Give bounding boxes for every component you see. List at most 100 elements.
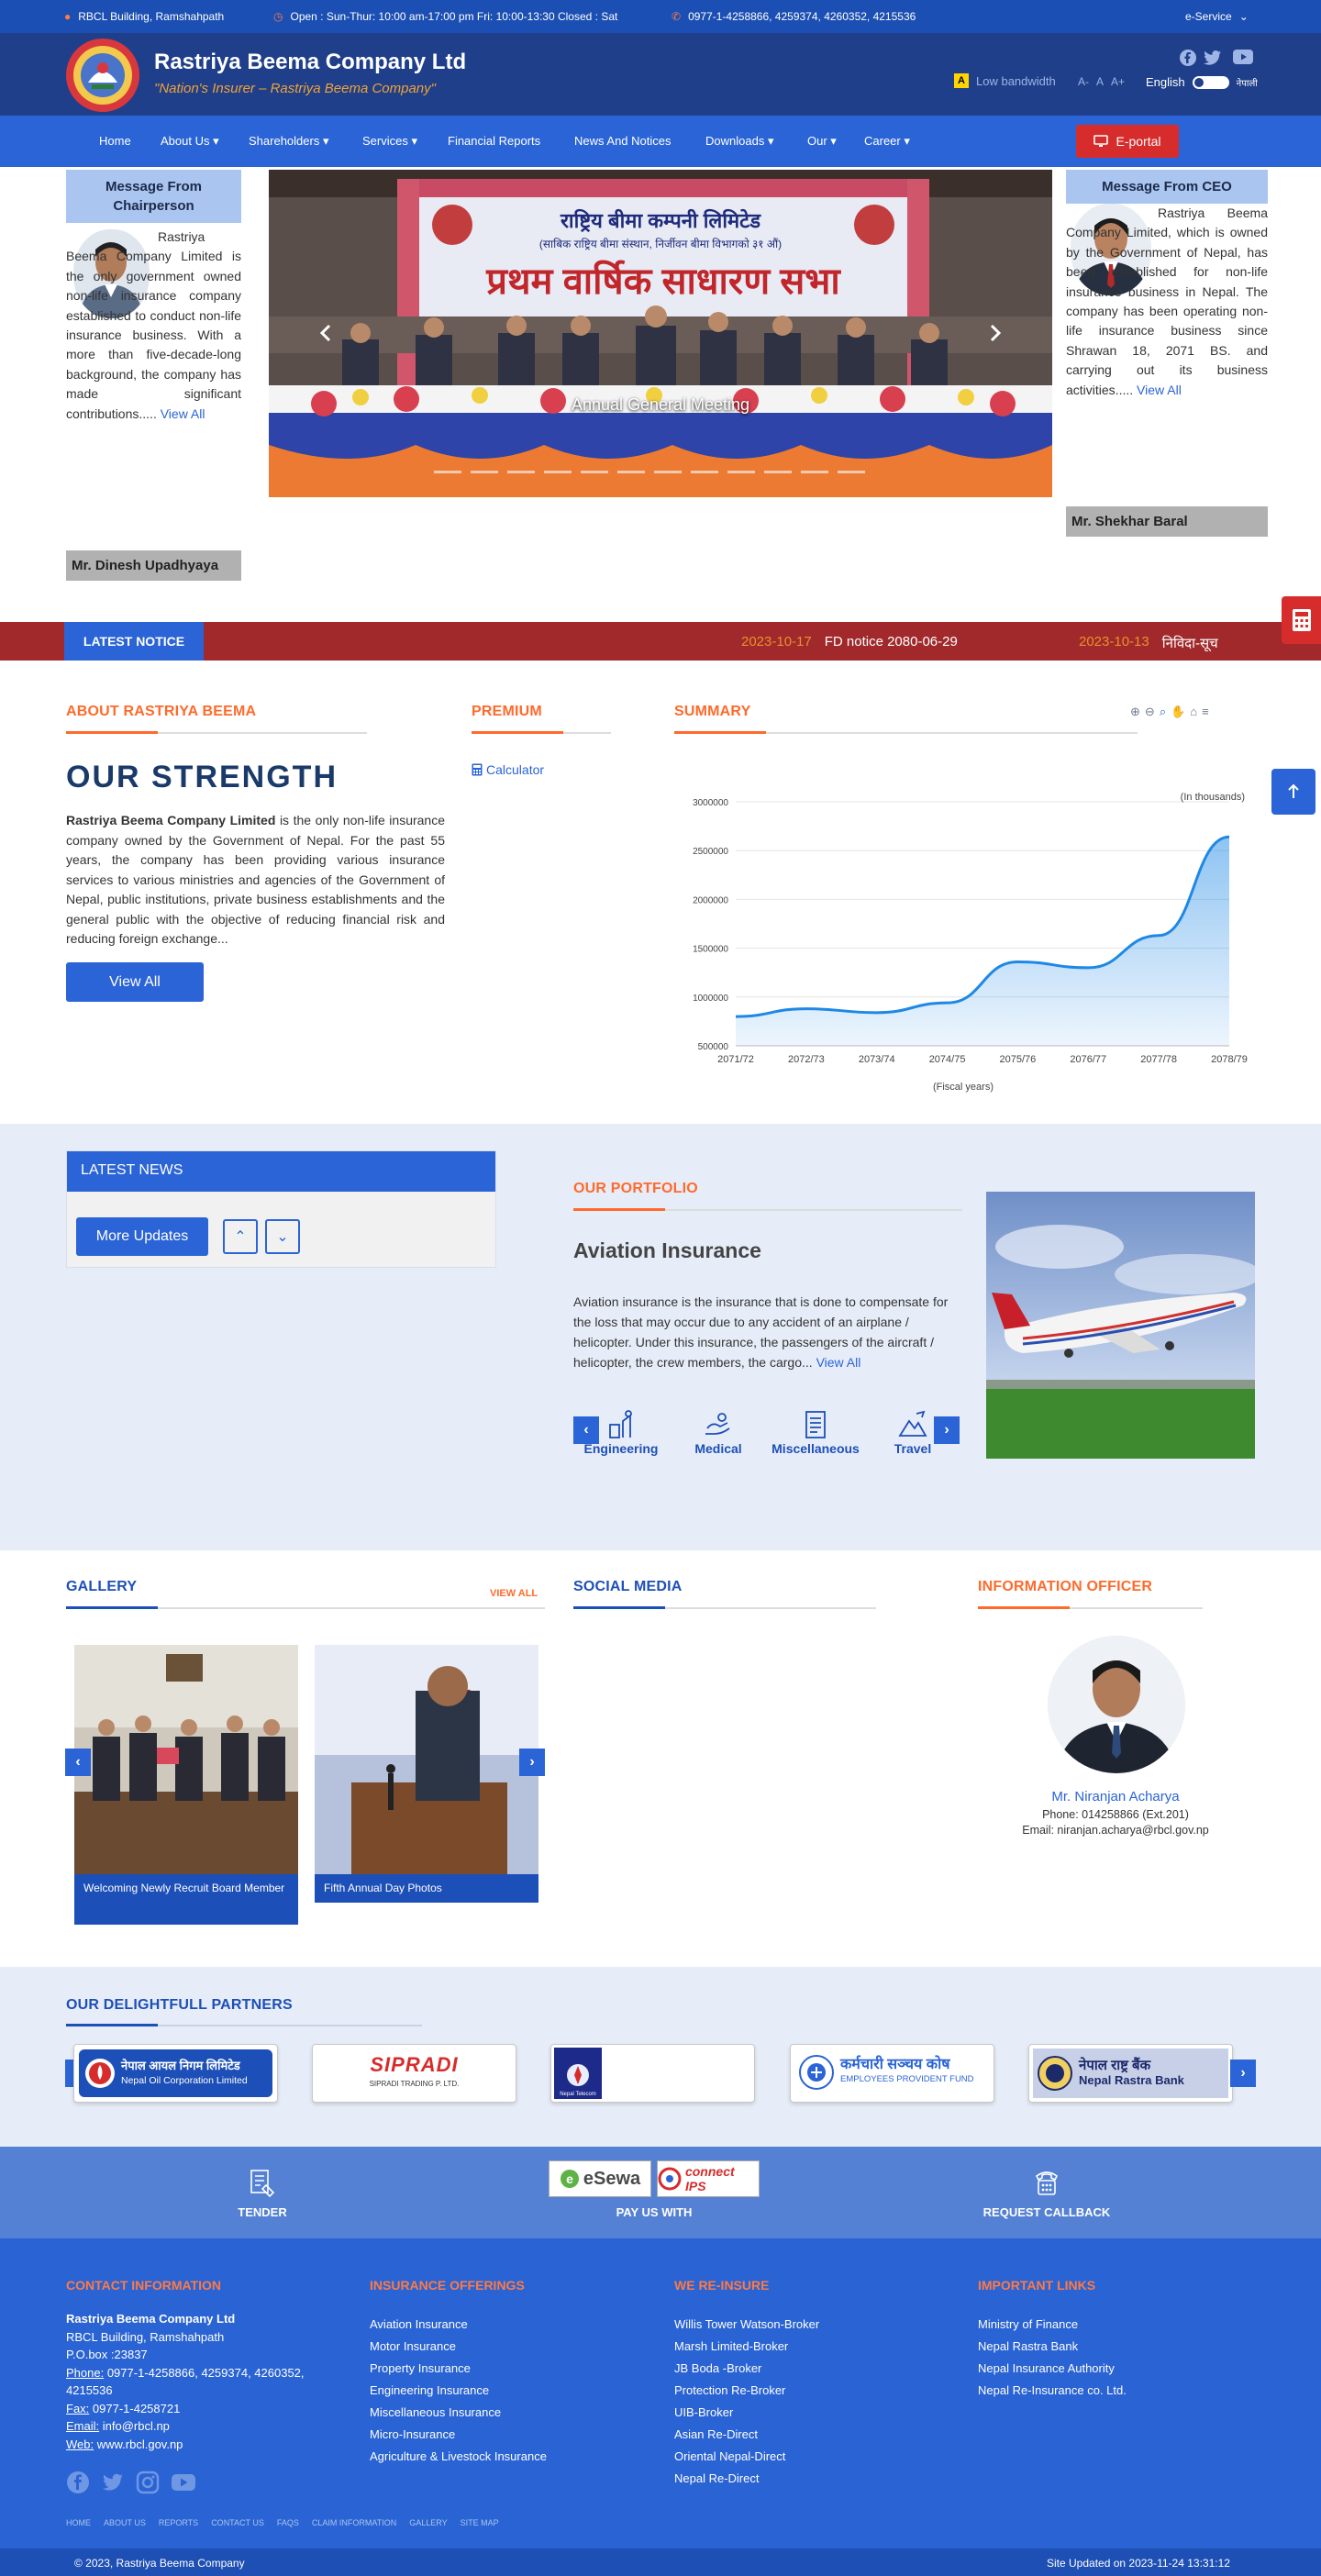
footer-reinsurer-link[interactable]: UIB-Broker bbox=[674, 2402, 819, 2424]
footer-reinsurer-link[interactable]: Marsh Limited-Broker bbox=[674, 2336, 819, 2358]
nav-home[interactable]: Home bbox=[99, 134, 131, 148]
eservice-dropdown[interactable]: e-Service ⌄ bbox=[1185, 10, 1249, 23]
partners-next-button[interactable]: › bbox=[1230, 2060, 1256, 2087]
notice-title[interactable]: FD notice 2080-06-29 bbox=[825, 634, 958, 650]
footer-offering-link[interactable]: Property Insurance bbox=[370, 2358, 547, 2380]
partner-logo-card[interactable]: SIPRADI SIPRADI TRADING P. LTD. bbox=[312, 2044, 516, 2103]
tender-link[interactable]: TENDER bbox=[216, 2205, 308, 2219]
footer-reinsurer-link[interactable]: Willis Tower Watson-Broker bbox=[674, 2314, 819, 2336]
partner-logo-card[interactable]: नेपाल आयल निगम लिमिटेड Nepal Oil Corpora… bbox=[73, 2044, 278, 2103]
news-scroll-down-button[interactable]: ⌄ bbox=[265, 1219, 300, 1254]
footer-nav-home[interactable]: HOME bbox=[66, 2518, 91, 2527]
portfolio-view-all-link[interactable]: View All bbox=[816, 1355, 861, 1370]
facebook-icon[interactable] bbox=[1180, 50, 1196, 66]
footer-important-link[interactable]: Ministry of Finance bbox=[978, 2314, 1127, 2336]
twitter-icon[interactable] bbox=[1204, 50, 1221, 66]
footer-nav-about[interactable]: ABOUT US bbox=[104, 2518, 146, 2527]
partner-logo-card[interactable]: नेपाल राष्ट्र बैंक Nepal Rastra Bank bbox=[1028, 2044, 1233, 2103]
calculator-float-button[interactable] bbox=[1282, 596, 1321, 644]
site-title[interactable]: Rastriya Beema Company Ltd bbox=[154, 50, 466, 75]
nav-about-us[interactable]: About Us ▾ bbox=[161, 134, 219, 149]
nav-shareholders[interactable]: Shareholders ▾ bbox=[249, 134, 328, 149]
twitter-icon[interactable] bbox=[101, 2471, 125, 2494]
footer-important-link[interactable]: Nepal Rastra Bank bbox=[978, 2336, 1127, 2358]
slider-next-button[interactable] bbox=[979, 316, 1006, 353]
nav-financial-reports[interactable]: Financial Reports bbox=[448, 134, 540, 148]
gallery-view-all-link[interactable]: VIEW ALL bbox=[490, 1588, 538, 1599]
footer-nav-reports[interactable]: REPORTS bbox=[159, 2518, 198, 2527]
footer-nav-contact[interactable]: CONTACT US bbox=[211, 2518, 264, 2527]
partner-logo-card[interactable]: Nepal Telecom bbox=[550, 2044, 755, 2103]
scroll-to-top-button[interactable] bbox=[1271, 769, 1315, 815]
footer-offering-link[interactable]: Motor Insurance bbox=[370, 2336, 547, 2358]
footer-nav-gallery[interactable]: GALLERY bbox=[409, 2518, 447, 2527]
zoom-in-icon[interactable]: ⊕ bbox=[1130, 705, 1140, 719]
portfolio-tab-engineering[interactable]: Engineering bbox=[571, 1408, 672, 1456]
esewa-logo[interactable]: e eSewa bbox=[549, 2160, 651, 2197]
youtube-icon[interactable] bbox=[1233, 50, 1253, 66]
hero-slider[interactable]: राष्ट्रिय बीमा कम्पनी लिमिटेड (साबिक राष… bbox=[269, 170, 1052, 497]
phone-callback-icon[interactable] bbox=[1029, 2165, 1064, 2200]
chairperson-view-all-link[interactable]: View All bbox=[161, 406, 205, 421]
tender-icon[interactable] bbox=[244, 2165, 279, 2200]
font-decrease-button[interactable]: A- bbox=[1078, 75, 1089, 88]
eservice-label[interactable]: e-Service bbox=[1185, 10, 1232, 23]
footer-reinsurer-link[interactable]: Protection Re-Broker bbox=[674, 2380, 819, 2402]
menu-icon[interactable]: ≡ bbox=[1202, 705, 1209, 719]
footer-important-link[interactable]: Nepal Insurance Authority bbox=[978, 2358, 1127, 2380]
footer-nav-sitemap[interactable]: SITE MAP bbox=[461, 2518, 499, 2527]
eportal-button[interactable]: E-portal bbox=[1076, 125, 1179, 158]
gallery-card[interactable]: ग Fifth Annual Day Photos bbox=[315, 1645, 538, 1903]
request-callback-link[interactable]: REQUEST CALLBACK bbox=[973, 2205, 1120, 2219]
footer-reinsurer-link[interactable]: JB Boda -Broker bbox=[674, 2358, 819, 2380]
slider-prev-button[interactable] bbox=[315, 316, 342, 353]
portfolio-next-button[interactable]: › bbox=[934, 1416, 960, 1444]
youtube-icon[interactable] bbox=[171, 2471, 196, 2494]
nav-news-notices[interactable]: News And Notices bbox=[574, 134, 672, 148]
pan-icon[interactable]: ✋ bbox=[1171, 705, 1185, 719]
portfolio-tab-miscellaneous[interactable]: Miscellaneous bbox=[765, 1408, 866, 1456]
footer-web-value[interactable]: www.rbcl.gov.np bbox=[94, 2437, 183, 2451]
footer-reinsurer-link[interactable]: Asian Re-Direct bbox=[674, 2424, 819, 2446]
notice-item[interactable]: 2023-10-13 निविदा-सूच bbox=[1079, 634, 1257, 652]
notice-item[interactable]: 2023-10-17 FD notice 2080-06-29 bbox=[741, 634, 958, 650]
company-logo[interactable] bbox=[64, 37, 141, 114]
nav-career[interactable]: Career ▾ bbox=[864, 134, 910, 149]
font-increase-button[interactable]: A+ bbox=[1111, 75, 1125, 88]
nav-services[interactable]: Services ▾ bbox=[362, 134, 417, 149]
footer-offering-link[interactable]: Agriculture & Livestock Insurance bbox=[370, 2446, 547, 2468]
news-scroll-up-button[interactable]: ⌃ bbox=[223, 1219, 258, 1254]
portfolio-tab-medical[interactable]: Medical bbox=[668, 1408, 769, 1456]
home-icon[interactable]: ⌂ bbox=[1190, 705, 1197, 719]
footer-nav-faqs[interactable]: FAQS bbox=[277, 2518, 299, 2527]
premium-calculator-link[interactable]: Calculator bbox=[472, 762, 544, 777]
nav-our[interactable]: Our ▾ bbox=[807, 134, 837, 149]
magnify-icon[interactable]: ⌕ bbox=[1160, 705, 1166, 719]
connectips-logo[interactable]: connect IPS bbox=[657, 2160, 760, 2197]
zoom-out-icon[interactable]: ⊖ bbox=[1145, 705, 1155, 719]
footer-important-link[interactable]: Nepal Re-Insurance co. Ltd. bbox=[978, 2380, 1127, 2402]
footer-offering-link[interactable]: Aviation Insurance bbox=[370, 2314, 547, 2336]
footer-offering-link[interactable]: Engineering Insurance bbox=[370, 2380, 547, 2402]
low-bandwidth-label[interactable]: Low bandwidth bbox=[976, 74, 1056, 88]
facebook-icon[interactable] bbox=[66, 2471, 90, 2494]
notice-title[interactable]: निविदा-सूच bbox=[1162, 634, 1218, 652]
footer-offering-link[interactable]: Micro-Insurance bbox=[370, 2424, 547, 2446]
partner-logo-card[interactable]: कर्मचारी सञ्चय कोष EMPLOYEES PROVIDENT F… bbox=[790, 2044, 994, 2103]
lang-english[interactable]: English bbox=[1146, 75, 1185, 89]
instagram-icon[interactable] bbox=[136, 2471, 160, 2494]
nav-downloads[interactable]: Downloads ▾ bbox=[705, 134, 773, 149]
font-normal-button[interactable]: A bbox=[1096, 75, 1104, 88]
footer-offering-link[interactable]: Miscellaneous Insurance bbox=[370, 2402, 547, 2424]
ceo-view-all-link[interactable]: View All bbox=[1137, 383, 1182, 397]
gallery-next-button[interactable]: › bbox=[519, 1749, 545, 1776]
footer-reinsurer-link[interactable]: Oriental Nepal-Direct bbox=[674, 2446, 819, 2468]
more-updates-button[interactable]: More Updates bbox=[76, 1217, 208, 1256]
gallery-card[interactable]: Welcoming Newly Recruit Board Member bbox=[74, 1645, 298, 1925]
low-bandwidth-toggle[interactable]: A Low bandwidth bbox=[954, 73, 1056, 88]
footer-email-value[interactable]: info@rbcl.np bbox=[99, 2419, 170, 2433]
lang-nepali[interactable]: नेपाली bbox=[1237, 76, 1258, 89]
language-toggle[interactable] bbox=[1192, 75, 1229, 89]
language-switch[interactable]: English नेपाली bbox=[1146, 75, 1258, 89]
footer-reinsurer-link[interactable]: Nepal Re-Direct bbox=[674, 2468, 819, 2490]
